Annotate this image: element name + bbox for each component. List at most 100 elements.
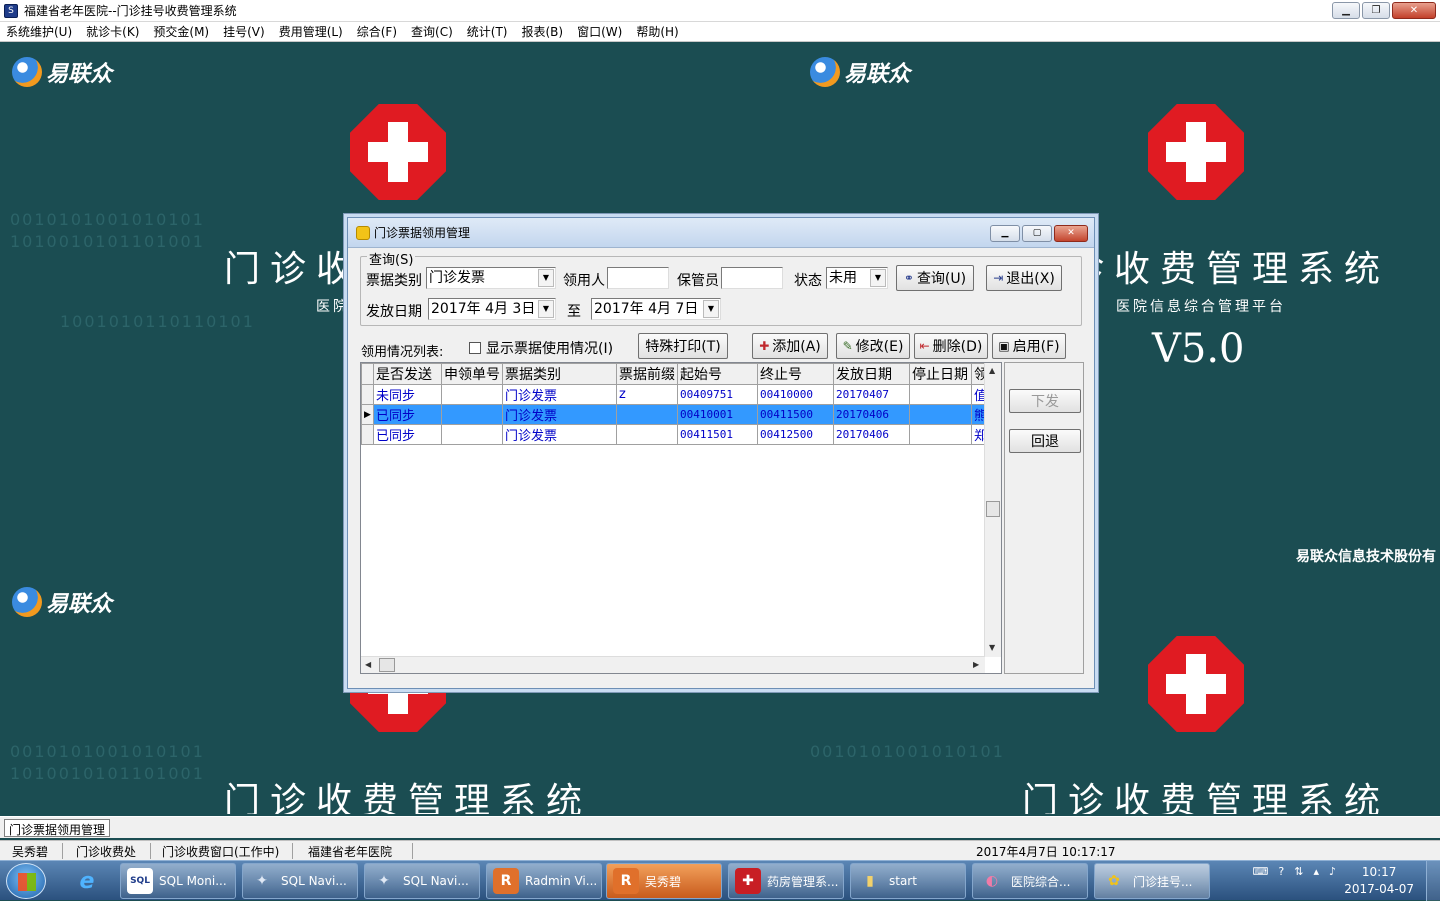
table-cell[interactable]: 00411500 (757, 404, 834, 425)
issue-button[interactable]: 下发 (1009, 389, 1081, 413)
table-cell[interactable]: 门诊发票 (502, 424, 617, 445)
dialog-maximize-button[interactable]: ▢ (1022, 225, 1052, 242)
table-cell[interactable] (909, 384, 972, 405)
horizontal-scrollbar[interactable]: ◀ ▶ (361, 656, 985, 673)
dialog-close-button[interactable]: ✕ (1054, 225, 1088, 242)
scroll-down-icon[interactable]: ▼ (989, 643, 995, 652)
edit-button[interactable]: ✎ 修改(E) (836, 333, 910, 359)
enable-button[interactable]: ▣ 启用(F) (992, 333, 1066, 359)
menu-query[interactable]: 查询(C) (411, 23, 453, 40)
table-cell[interactable] (441, 424, 503, 445)
close-button[interactable]: ✕ (1392, 2, 1436, 19)
column-header[interactable]: 发放日期 (833, 363, 910, 385)
keeper-input[interactable] (721, 267, 783, 289)
scroll-up-icon[interactable]: ▲ (989, 366, 995, 375)
table-cell[interactable]: 00411501 (677, 424, 758, 445)
table-cell[interactable] (909, 424, 972, 445)
special-print-button[interactable]: 特殊打印(T) (638, 333, 728, 359)
taskbar-item-active[interactable]: ✿ 门诊挂号... (1094, 863, 1210, 899)
table-cell[interactable]: 门诊发票 (502, 404, 617, 425)
taskbar-item[interactable]: ✦ SQL Navi... (364, 863, 480, 899)
column-header[interactable]: 停止日期 (909, 363, 972, 385)
column-header[interactable]: 终止号 (757, 363, 834, 385)
row-indicator[interactable] (361, 384, 374, 405)
column-header[interactable]: 票据类别 (502, 363, 617, 385)
chevron-down-icon[interactable]: ▼ (870, 269, 886, 287)
row-indicator-arrow-icon[interactable]: ▶ (361, 404, 374, 425)
date-to-picker[interactable]: 2017年 4月 7日 ▼ (591, 298, 721, 320)
menu-help[interactable]: 帮助(H) (636, 23, 678, 40)
menu-deposit[interactable]: 预交金(M) (153, 23, 209, 40)
menu-card[interactable]: 就诊卡(K) (86, 23, 139, 40)
menu-fee[interactable]: 费用管理(L) (279, 23, 343, 40)
clock[interactable]: 10:17 2017-04-07 (1344, 864, 1414, 898)
rollback-button[interactable]: 回退 (1009, 429, 1081, 453)
column-header[interactable]: 起始号 (677, 363, 758, 385)
table-cell[interactable]: 20170406 (833, 424, 910, 445)
internet-explorer-icon[interactable]: e (66, 865, 108, 897)
receiver-input[interactable] (607, 267, 669, 289)
taskbar-item[interactable]: ◐ 医院综合... (972, 863, 1088, 899)
dialog-minimize-button[interactable]: ▁ (990, 225, 1020, 242)
scroll-thumb[interactable] (986, 501, 1000, 517)
taskbar-item[interactable]: R 吴秀碧 (606, 863, 722, 899)
table-row[interactable]: 已同步 门诊发票 00411501 00412500 20170406 郑 (361, 424, 991, 445)
table-cell[interactable]: 00409751 (677, 384, 758, 405)
table-cell[interactable]: 未同步 (373, 384, 442, 405)
delete-button[interactable]: ⇤ 删除(D) (914, 333, 988, 359)
scroll-thumb[interactable] (379, 658, 395, 672)
show-hidden-icon[interactable]: ▴ (1313, 865, 1319, 878)
menu-window[interactable]: 窗口(W) (577, 23, 622, 40)
table-cell[interactable]: 门诊发票 (502, 384, 617, 405)
table-cell[interactable]: z (616, 384, 678, 405)
table-row-selected[interactable]: ▶ 已同步 门诊发票 00410001 00411500 20170406 熊 (361, 404, 991, 425)
table-cell[interactable] (616, 404, 678, 425)
menu-system[interactable]: 系统维护(U) (6, 23, 72, 40)
app-icon[interactable]: S (4, 3, 18, 18)
column-header[interactable]: 申领单号 (441, 363, 503, 385)
scroll-left-icon[interactable]: ◀ (365, 660, 371, 669)
table-cell[interactable]: 20170406 (833, 404, 910, 425)
table-cell[interactable] (441, 384, 503, 405)
restore-button[interactable]: ❐ (1362, 2, 1390, 19)
table-cell[interactable] (909, 404, 972, 425)
table-cell[interactable] (441, 404, 503, 425)
table-cell[interactable]: 20170407 (833, 384, 910, 405)
date-from-picker[interactable]: 2017年 4月 3日 ▼ (428, 298, 556, 320)
row-indicator[interactable] (361, 424, 374, 445)
menu-stats[interactable]: 统计(T) (467, 23, 508, 40)
vertical-scrollbar[interactable]: ▲ ▼ (984, 363, 1001, 657)
add-button[interactable]: ✚ 添加(A) (752, 333, 828, 359)
chevron-down-icon[interactable]: ▼ (703, 300, 719, 318)
scroll-right-icon[interactable]: ▶ (973, 660, 979, 669)
table-cell[interactable]: 00410001 (677, 404, 758, 425)
volume-icon[interactable]: ♪ (1329, 865, 1336, 878)
chevron-down-icon[interactable]: ▼ (538, 300, 554, 318)
show-usage-checkbox[interactable] (469, 342, 481, 354)
table-cell[interactable]: 已同步 (373, 424, 442, 445)
table-cell[interactable]: 00410000 (757, 384, 834, 405)
help-icon[interactable]: ? (1278, 865, 1284, 878)
table-cell[interactable] (616, 424, 678, 445)
start-button[interactable] (6, 863, 46, 899)
table-cell[interactable]: 已同步 (373, 404, 442, 425)
taskbar-item[interactable]: R Radmin Vi... (486, 863, 602, 899)
menu-register[interactable]: 挂号(V) (223, 23, 265, 40)
column-header[interactable]: 票据前缀 (616, 363, 678, 385)
taskbar-item[interactable]: ✚ 药房管理系... (728, 863, 844, 899)
status-select[interactable]: 未用 ▼ (826, 267, 888, 289)
menu-report[interactable]: 报表(B) (521, 23, 563, 40)
ticket-type-select[interactable]: 门诊发票 ▼ (426, 267, 556, 289)
ticket-grid[interactable]: 是否发送 申领单号 票据类别 票据前缀 起始号 终止号 发放日期 停止日期 领 … (360, 362, 1002, 674)
column-header[interactable]: 是否发送 (373, 363, 442, 385)
dialog-titlebar[interactable]: 门诊票据领用管理 ▁ ▢ ✕ (348, 218, 1094, 248)
query-button[interactable]: ⚭ 查询(U) (896, 265, 974, 291)
minimize-button[interactable]: ▁ (1332, 2, 1360, 19)
taskbar-item[interactable]: ▮ start (850, 863, 966, 899)
chevron-down-icon[interactable]: ▼ (538, 269, 554, 287)
mdi-tab[interactable]: 门诊票据领用管理 (4, 819, 111, 837)
taskbar-item[interactable]: SQL SQL Moni... (120, 863, 236, 899)
network-icon[interactable]: ⇅ (1294, 865, 1303, 878)
exit-button[interactable]: ⇥ 退出(X) (986, 265, 1062, 291)
taskbar-item[interactable]: ✦ SQL Navi... (242, 863, 358, 899)
